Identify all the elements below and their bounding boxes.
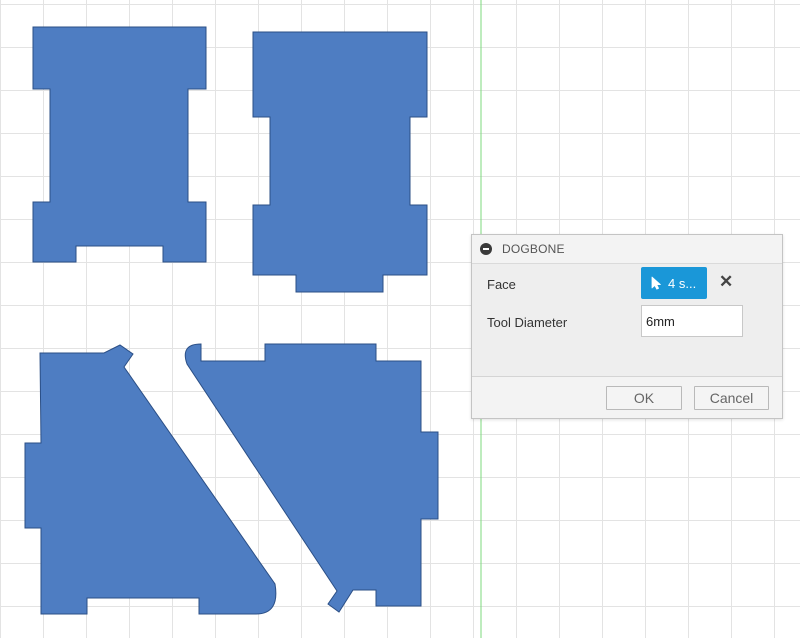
face-label: Face xyxy=(487,277,516,292)
face-selection-button[interactable]: 4 s... xyxy=(641,267,707,299)
close-icon[interactable]: ✕ xyxy=(719,273,733,290)
dialog-title: DOGBONE xyxy=(502,242,565,256)
dialog-header: DOGBONE xyxy=(472,235,782,263)
tool-diameter-input[interactable] xyxy=(641,305,743,337)
cursor-arrow-icon xyxy=(651,276,661,290)
minus-circle-icon[interactable] xyxy=(480,243,492,255)
side-panel-top-right[interactable] xyxy=(252,31,428,293)
dialog-footer: OK Cancel xyxy=(472,376,782,420)
face-selection-count: 4 s... xyxy=(668,275,697,291)
cancel-button[interactable]: Cancel xyxy=(694,386,769,410)
tool-diameter-label: Tool Diameter xyxy=(487,315,568,330)
dogbone-dialog: DOGBONE Face Tool Diameter 4 s... ✕ OK C… xyxy=(471,234,783,419)
ok-button[interactable]: OK xyxy=(606,386,682,410)
side-panel-top-left[interactable] xyxy=(32,26,207,263)
